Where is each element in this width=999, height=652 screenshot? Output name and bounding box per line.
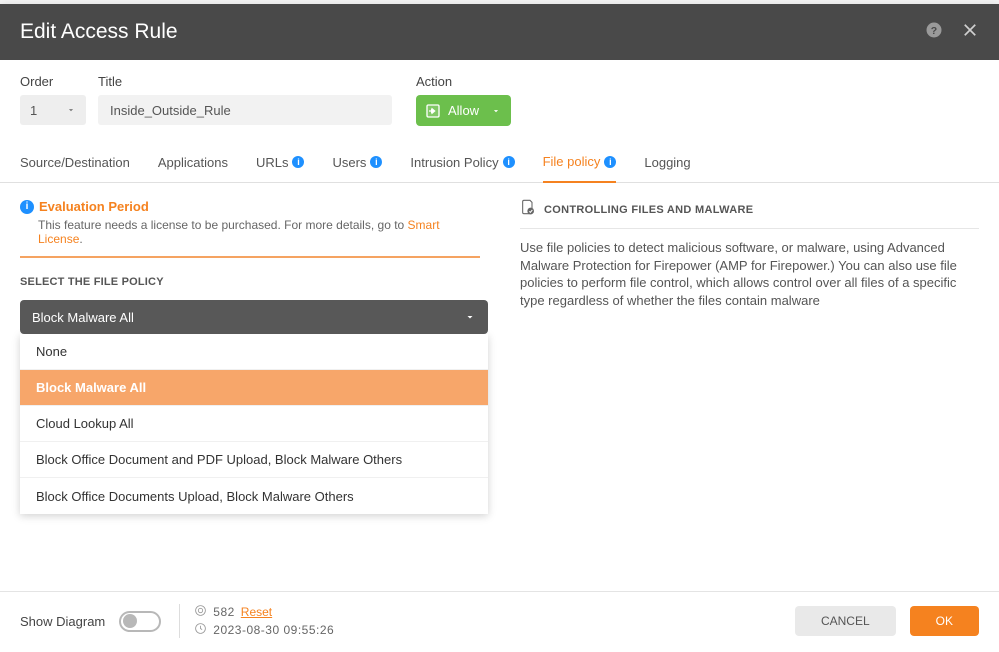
- chevron-down-icon: [464, 311, 476, 323]
- info-badge-icon: i: [503, 156, 515, 168]
- tab-urls[interactable]: URLsi: [256, 144, 305, 182]
- file-policy-label: SELECT THE FILE POLICY: [20, 276, 480, 288]
- dialog-header: Edit Access Rule ?: [0, 4, 999, 60]
- right-panel-desc: Use file policies to detect malicious so…: [520, 239, 979, 309]
- footer-status: 582 Reset 2023-08-30 09:55:26: [179, 604, 334, 638]
- edit-access-rule-dialog: Edit Access Rule ? Order 1 Title Action: [0, 4, 999, 652]
- ok-button[interactable]: OK: [910, 606, 979, 636]
- dropdown-option-block-office-pdf[interactable]: Block Office Document and PDF Upload, Bl…: [20, 442, 488, 478]
- right-panel-title: CONTROLLING FILES AND MALWARE: [544, 204, 753, 216]
- tab-logging[interactable]: Logging: [644, 144, 690, 182]
- order-select[interactable]: 1: [20, 95, 86, 125]
- tab-applications[interactable]: Applications: [158, 144, 228, 182]
- info-badge-icon: i: [292, 156, 304, 168]
- show-diagram-toggle[interactable]: [119, 611, 161, 632]
- file-policy-dropdown[interactable]: Block Malware All: [20, 300, 488, 334]
- cancel-button[interactable]: CANCEL: [795, 606, 896, 636]
- action-label: Action: [416, 74, 511, 89]
- tab-users[interactable]: Usersi: [332, 144, 382, 182]
- help-icon[interactable]: ?: [925, 21, 943, 44]
- order-label: Order: [20, 74, 86, 89]
- show-diagram-label: Show Diagram: [20, 614, 105, 629]
- dropdown-option-none[interactable]: None: [20, 334, 488, 370]
- evaluation-desc: This feature needs a license to be purch…: [38, 218, 480, 246]
- tab-file-policy[interactable]: File policyi: [543, 144, 617, 183]
- action-dropdown[interactable]: Allow: [416, 95, 511, 126]
- tab-intrusion-policy[interactable]: Intrusion Policyi: [410, 144, 514, 182]
- info-badge-icon: i: [370, 156, 382, 168]
- title-label: Title: [98, 74, 392, 89]
- info-badge-icon: i: [604, 156, 616, 168]
- reset-link[interactable]: Reset: [241, 605, 272, 619]
- dialog-title: Edit Access Rule: [20, 20, 925, 44]
- target-icon: [194, 604, 207, 620]
- dropdown-option-block-malware-all[interactable]: Block Malware All: [20, 370, 488, 406]
- tabs-bar: Source/Destination Applications URLsi Us…: [0, 144, 999, 183]
- dropdown-option-cloud-lookup-all[interactable]: Cloud Lookup All: [20, 406, 488, 442]
- rule-fields-row: Order 1 Title Action Allow: [0, 60, 999, 126]
- info-icon: i: [20, 200, 34, 214]
- svg-text:?: ?: [931, 24, 937, 36]
- hit-count: 582: [213, 605, 235, 619]
- timestamp: 2023-08-30 09:55:26: [213, 623, 334, 637]
- tab-source-destination[interactable]: Source/Destination: [20, 144, 130, 182]
- allow-icon: [424, 102, 442, 120]
- shield-icon: [520, 199, 536, 220]
- file-policy-dropdown-list: None Block Malware All Cloud Lookup All …: [20, 334, 488, 514]
- clock-icon: [194, 622, 207, 638]
- toggle-knob: [123, 614, 137, 628]
- tab-content: i Evaluation Period This feature needs a…: [0, 183, 999, 591]
- evaluation-title: Evaluation Period: [39, 199, 149, 214]
- dropdown-option-block-office-docs[interactable]: Block Office Documents Upload, Block Mal…: [20, 478, 488, 514]
- title-input[interactable]: [98, 95, 392, 125]
- evaluation-notice: i Evaluation Period This feature needs a…: [20, 199, 480, 258]
- dialog-footer: Show Diagram 582 Reset 2023-08-30 09:55:…: [0, 591, 999, 652]
- close-icon[interactable]: [961, 21, 979, 44]
